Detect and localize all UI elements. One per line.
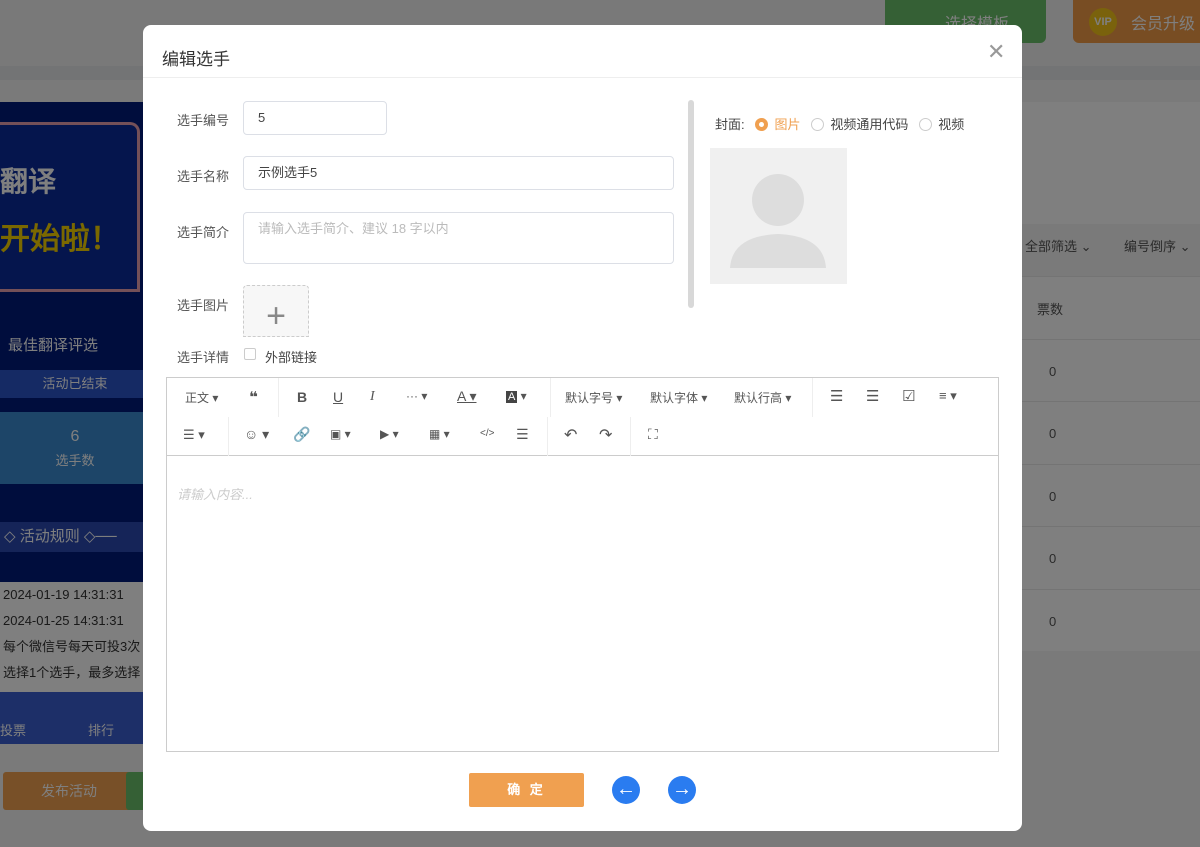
quote-icon[interactable]: ❝ xyxy=(249,388,258,406)
cover-type-radio-group: 封面: 图片 视频通用代码 视频 xyxy=(715,117,965,132)
italic-icon[interactable]: I xyxy=(370,389,375,405)
bullet-list-icon[interactable]: ☰ xyxy=(830,387,843,405)
redo-icon[interactable]: ↷ xyxy=(599,425,612,445)
edit-player-dialog: 编辑选手 ✕ 选手编号 5 选手名称 示例选手5 选手简介 请输入选手简介、建议… xyxy=(143,25,1022,831)
name-input[interactable]: 示例选手5 xyxy=(243,156,674,190)
fullscreen-icon[interactable]: ⛶ xyxy=(648,426,658,443)
video-icon[interactable]: ▶ ▾ xyxy=(380,427,399,441)
detail-label: 选手详情 xyxy=(177,350,230,365)
background-color-icon[interactable]: A ▾ xyxy=(506,389,527,403)
scrollbar[interactable] xyxy=(688,100,694,308)
more-icon[interactable]: ··· ▾ xyxy=(406,389,427,403)
image-label: 选手图片 xyxy=(177,298,230,313)
link-icon[interactable]: 🔗 xyxy=(293,426,310,443)
line-height-dropdown[interactable]: 默认行高 ▾ xyxy=(734,389,791,406)
external-link-label: 外部链接 xyxy=(265,350,318,365)
font-size-dropdown[interactable]: 默认字号 ▾ xyxy=(565,389,622,406)
todo-icon[interactable]: ☑ xyxy=(902,387,915,405)
close-icon[interactable]: ✕ xyxy=(987,39,1005,65)
undo-icon[interactable]: ↶ xyxy=(564,425,577,445)
bold-icon[interactable]: B xyxy=(297,389,307,405)
intro-label: 选手简介 xyxy=(177,225,230,240)
radio-image[interactable]: 图片 xyxy=(755,117,800,132)
paragraph-dropdown[interactable]: 正文 ▾ xyxy=(185,389,218,406)
code-icon[interactable]: </> xyxy=(480,428,494,439)
align-icon[interactable]: ≡ ▾ xyxy=(939,388,957,404)
numbered-list-icon[interactable]: ☰ xyxy=(866,387,879,405)
emoji-icon[interactable]: ☺ ▾ xyxy=(244,426,269,443)
rich-text-editor: 正文 ▾ ❝ B U I ··· ▾ A ▾ A ▾ 默认字号 ▾ 默认字体 ▾… xyxy=(166,377,999,752)
person-avatar-icon xyxy=(730,174,826,268)
intro-textarea[interactable]: 请输入选手简介、建议 18 字以内 xyxy=(243,212,674,264)
editor-toolbar: 正文 ▾ ❝ B U I ··· ▾ A ▾ A ▾ 默认字号 ▾ 默认字体 ▾… xyxy=(167,378,998,456)
font-color-icon[interactable]: A ▾ xyxy=(457,388,476,405)
external-link-checkbox[interactable] xyxy=(244,348,256,360)
radio-video[interactable]: 视频 xyxy=(919,117,964,132)
plus-icon: + xyxy=(266,297,286,335)
previous-arrow-icon[interactable]: ← xyxy=(612,776,640,804)
divider-icon[interactable]: ☰ xyxy=(516,426,529,443)
upload-image-button[interactable]: + xyxy=(243,285,309,337)
next-arrow-icon[interactable]: → xyxy=(668,776,696,804)
divider xyxy=(143,77,1022,78)
dialog-title: 编辑选手 xyxy=(162,50,230,69)
confirm-button[interactable]: 确 定 xyxy=(469,773,584,807)
number-label: 选手编号 xyxy=(177,113,230,128)
font-family-dropdown[interactable]: 默认字体 ▾ xyxy=(650,389,707,406)
number-input[interactable]: 5 xyxy=(243,101,387,135)
name-label: 选手名称 xyxy=(177,169,230,184)
indent-icon[interactable]: ☰ ▾ xyxy=(183,427,205,443)
cover-image-placeholder[interactable] xyxy=(710,148,847,284)
table-icon[interactable]: ▦ ▾ xyxy=(429,427,450,441)
editor-content[interactable]: 请输入内容... xyxy=(177,484,253,503)
image-icon[interactable]: ▣ ▾ xyxy=(330,427,351,441)
underline-icon[interactable]: U xyxy=(333,389,343,405)
radio-video-code[interactable]: 视频通用代码 xyxy=(811,117,908,132)
